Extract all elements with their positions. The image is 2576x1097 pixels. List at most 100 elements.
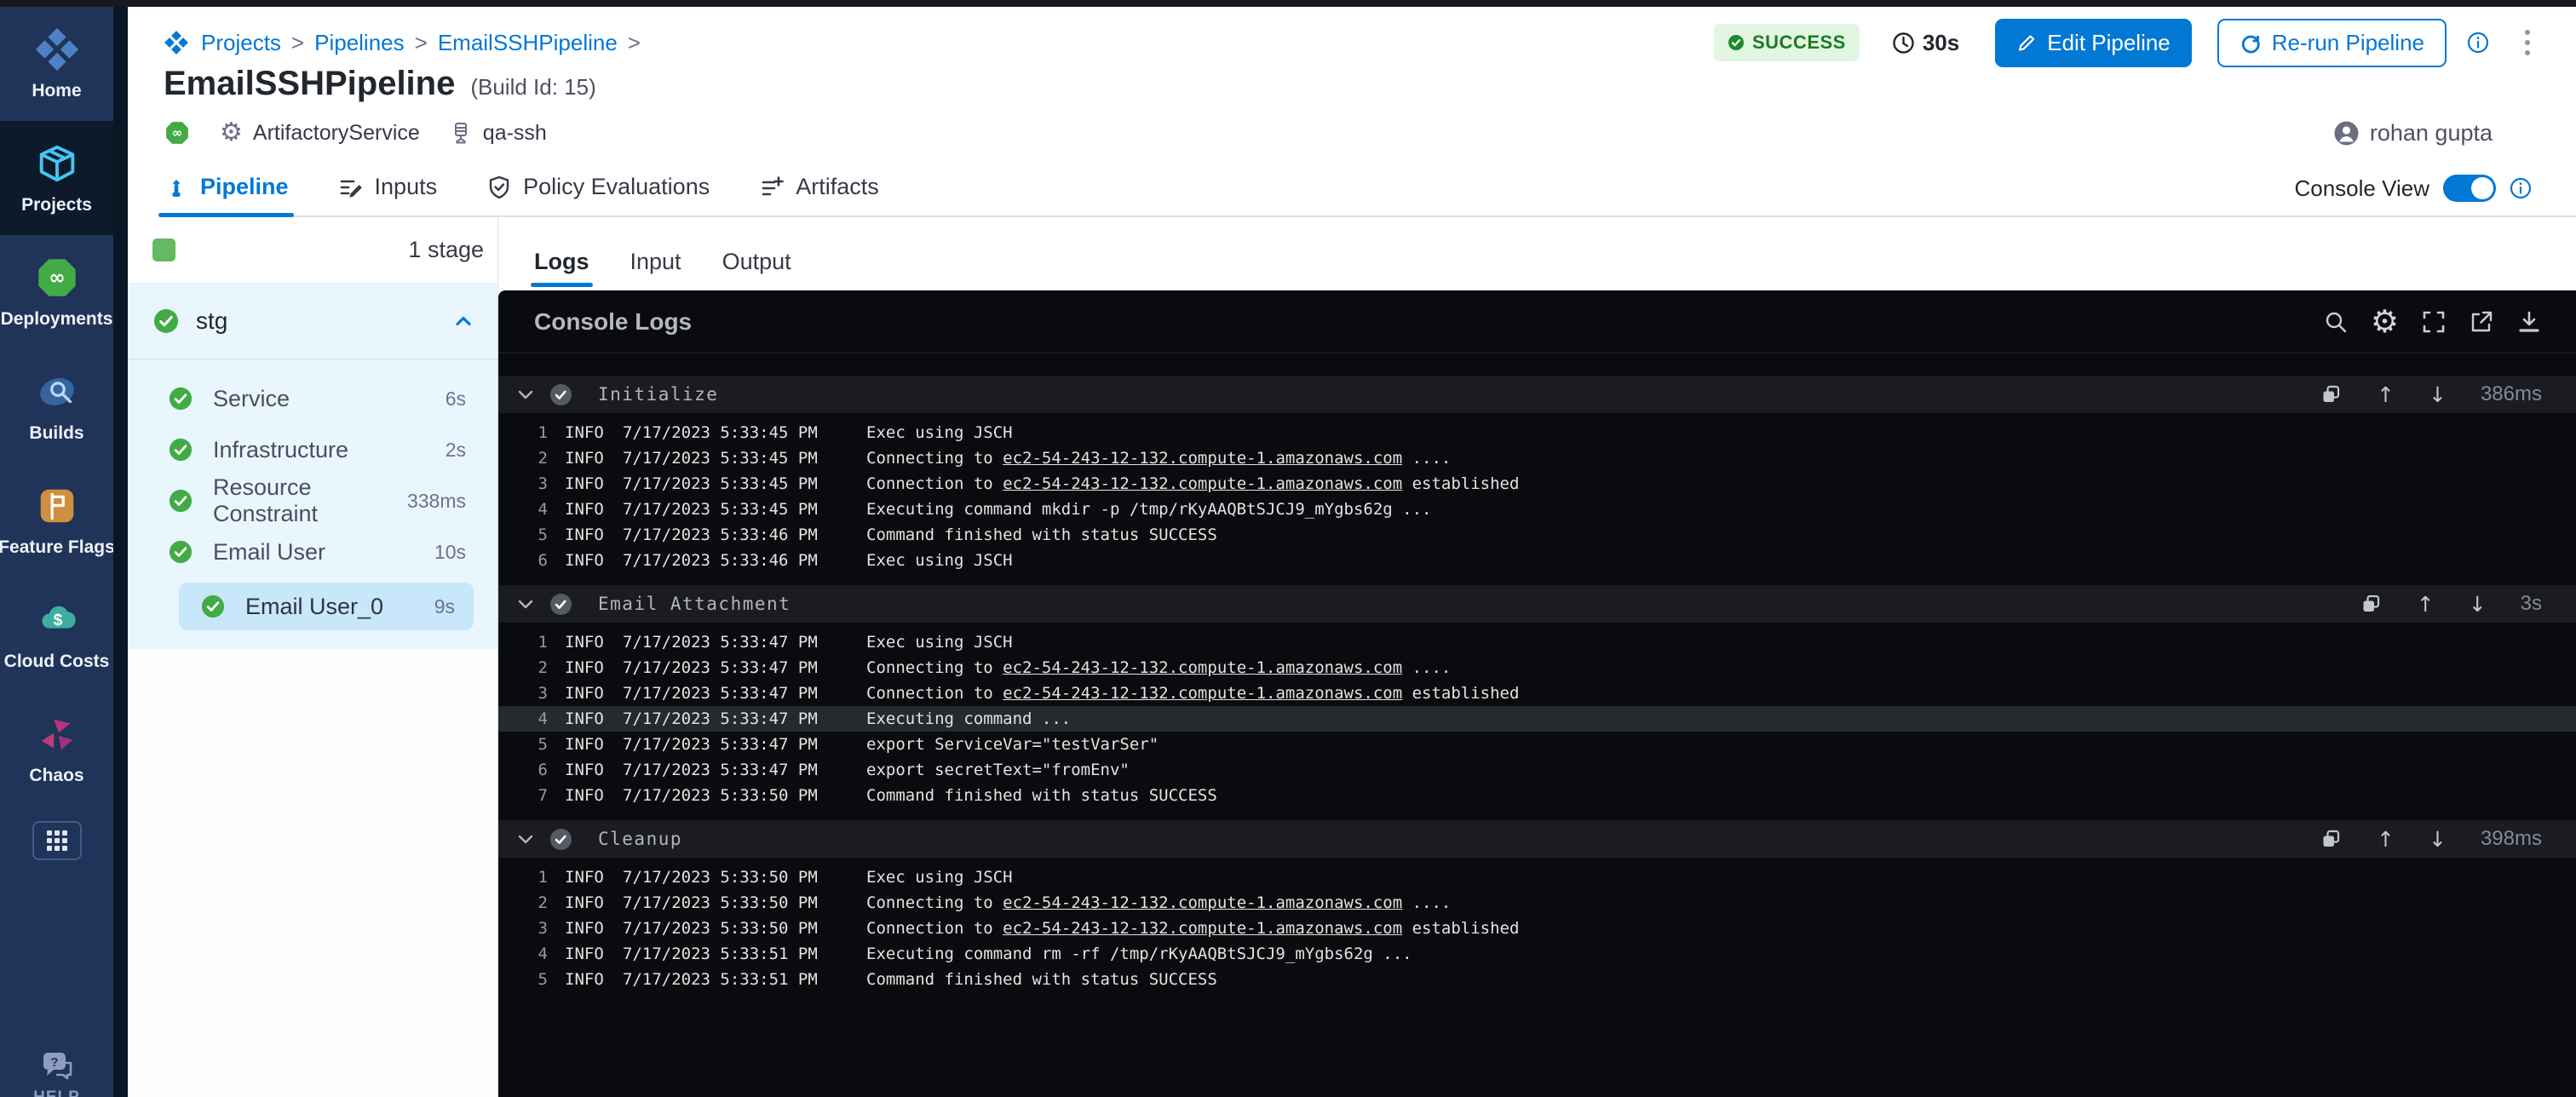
log-link[interactable]: ec2-54-243-12-132.compute-1.amazonaws.co… [1003,658,1402,677]
apps-grid-button[interactable] [32,821,82,860]
clock-icon [1892,32,1915,55]
copy-icon[interactable] [2360,593,2383,616]
user-name: rohan gupta [2370,120,2493,146]
stage-name: stg [196,307,227,335]
download-icon[interactable] [2516,309,2542,335]
svg-text:∞: ∞ [49,267,65,290]
sidebar-item-builds[interactable]: Builds [0,349,113,463]
sidebar-item-deployments[interactable]: ∞Deployments [0,235,113,349]
breadcrumb-link[interactable]: EmailSSHPipeline [438,30,618,56]
log-line: 7INFO7/17/2023 5:33:50 PMCommand finishe… [498,783,2576,808]
log-level: INFO [565,474,611,493]
infra-tag: qa-ssh [449,121,547,146]
log-line-number: 5 [498,526,548,544]
stage-panel: 1 stage stg Service6sInfrastructure2sRes… [128,217,498,1097]
log-timestamp: 7/17/2023 5:33:45 PM [623,474,836,493]
copy-icon[interactable] [2320,828,2343,851]
step-row-resource-constraint[interactable]: Resource Constraint338ms [128,475,497,526]
step-row-email-user[interactable]: Email User10s [128,526,497,577]
service-tag-label: ArtifactoryService [253,121,420,146]
log-timestamp: 7/17/2023 5:33:51 PM [623,970,836,989]
log-line-number: 2 [498,893,548,912]
log-timestamp: 7/17/2023 5:33:47 PM [623,709,836,728]
console-view-control: Console View [2294,175,2532,215]
gear-icon[interactable]: ⚙ [2371,306,2399,337]
scroll-up-icon[interactable]: ↑ [2417,594,2435,615]
scroll-up-icon[interactable]: ↑ [2377,384,2395,405]
sidebar-item-cloud-costs[interactable]: $Cloud Costs [0,577,113,692]
log-link[interactable]: ec2-54-243-12-132.compute-1.amazonaws.co… [1003,449,1402,468]
chevron-down-icon[interactable] [515,384,536,405]
breadcrumb-link[interactable]: Projects [201,30,281,56]
console-view-info-icon[interactable] [2510,177,2532,199]
search-icon[interactable] [2323,309,2349,335]
cloud-costs-icon: $ [34,597,80,643]
success-check-circle-icon [169,540,193,564]
log-link[interactable]: ec2-54-243-12-132.compute-1.amazonaws.co… [1003,919,1402,938]
console-logs-title: Console Logs [534,308,692,336]
log-timestamp: 7/17/2023 5:33:45 PM [623,500,836,519]
fullscreen-icon[interactable] [2421,309,2447,335]
chevron-up-icon[interactable] [451,309,475,333]
scroll-down-icon[interactable]: ↓ [2469,594,2487,615]
edit-pipeline-button[interactable]: Edit Pipeline [1995,19,2192,67]
copy-icon[interactable] [2320,383,2343,406]
app-root: HomeProjects∞DeploymentsBuildsFeature Fl… [0,7,2576,1097]
sidebar-item-chaos[interactable]: Chaos [0,692,113,806]
log-tab-input[interactable]: Input [630,249,681,290]
panels: 1 stage stg Service6sInfrastructure2sRes… [128,217,2576,1097]
status-badge: SUCCESS [1714,24,1860,61]
log-lines: 1INFO7/17/2023 5:33:50 PMExec using JSCH… [498,858,2576,999]
sidebar-item-feature-flags[interactable]: Feature Flags [0,463,113,577]
stage-row-stg[interactable]: stg [128,284,497,359]
breadcrumb-separator: > [415,30,428,56]
log-tab-output[interactable]: Output [722,249,791,290]
log-lines: 1INFO7/17/2023 5:33:47 PMExec using JSCH… [498,623,2576,815]
rerun-info-icon[interactable] [2467,32,2489,54]
log-line-number: 6 [498,761,548,779]
scroll-up-icon[interactable]: ↑ [2377,829,2395,850]
console-view-toggle[interactable] [2443,175,2496,202]
open-in-new-icon[interactable] [2469,309,2494,335]
log-line: 3INFO7/17/2023 5:33:50 PMConnection to e… [498,916,2576,941]
stage-body: stg Service6sInfrastructure2sResource Co… [128,284,497,649]
tab-inputs[interactable]: Inputs [338,174,438,215]
sidebar-item-projects[interactable]: Projects [0,121,113,235]
svg-text:$: $ [53,612,62,629]
sidebar-item-home[interactable]: Home [0,7,113,121]
apps-grid-icon [44,828,70,853]
log-line-number: 3 [498,474,548,493]
tab-policy-evaluations[interactable]: Policy Evaluations [486,174,710,215]
log-link[interactable]: ec2-54-243-12-132.compute-1.amazonaws.co… [1003,474,1402,493]
step-name: Infrastructure [213,437,348,463]
sidebar-item-label: Feature Flags [0,537,115,558]
step-row-service[interactable]: Service6s [128,373,497,424]
step-row-email-user_0[interactable]: Email User_09s [179,583,474,630]
chevron-down-icon[interactable] [515,829,536,849]
help-label: HELP [33,1088,80,1097]
log-line: 6INFO7/17/2023 5:33:47 PMexport secretTe… [498,757,2576,783]
log-tab-logs[interactable]: Logs [534,249,589,290]
scroll-down-icon[interactable]: ↓ [2429,829,2447,850]
tab-artifacts[interactable]: Artifacts [759,174,879,215]
page-title: EmailSSHPipeline [164,65,455,103]
chevron-down-icon[interactable] [515,594,536,614]
log-message: Connection to ec2-54-243-12-132.compute-… [866,919,1519,938]
breadcrumb-link[interactable]: Pipelines [314,30,405,56]
artifacts-icon [759,175,785,200]
log-message: Executing command mkdir -p /tmp/rKyAAQBt… [866,500,1431,519]
log-section-header-initialize: Initialize↑↓386ms [498,376,2576,413]
tab-pipeline[interactable]: Pipeline [164,174,289,215]
more-options-kebab-icon[interactable] [2523,28,2532,57]
content-column: Projects>Pipelines>EmailSSHPipeline> SUC… [128,7,2576,1097]
tag-row: ∞ ⚙ ArtifactoryService qa-ssh rohan gupt… [164,115,2576,151]
log-link[interactable]: ec2-54-243-12-132.compute-1.amazonaws.co… [1003,893,1402,912]
log-line-number: 2 [498,658,548,677]
help-button[interactable]: ? HELP [0,1049,113,1097]
step-row-infrastructure[interactable]: Infrastructure2s [128,424,497,475]
log-link[interactable]: ec2-54-243-12-132.compute-1.amazonaws.co… [1003,684,1402,703]
scroll-down-icon[interactable]: ↓ [2429,384,2447,405]
log-message: Command finished with status SUCCESS [866,786,1217,805]
rerun-pipeline-button[interactable]: Re-run Pipeline [2217,19,2447,67]
log-line: 4INFO7/17/2023 5:33:47 PMExecuting comma… [498,706,2576,732]
